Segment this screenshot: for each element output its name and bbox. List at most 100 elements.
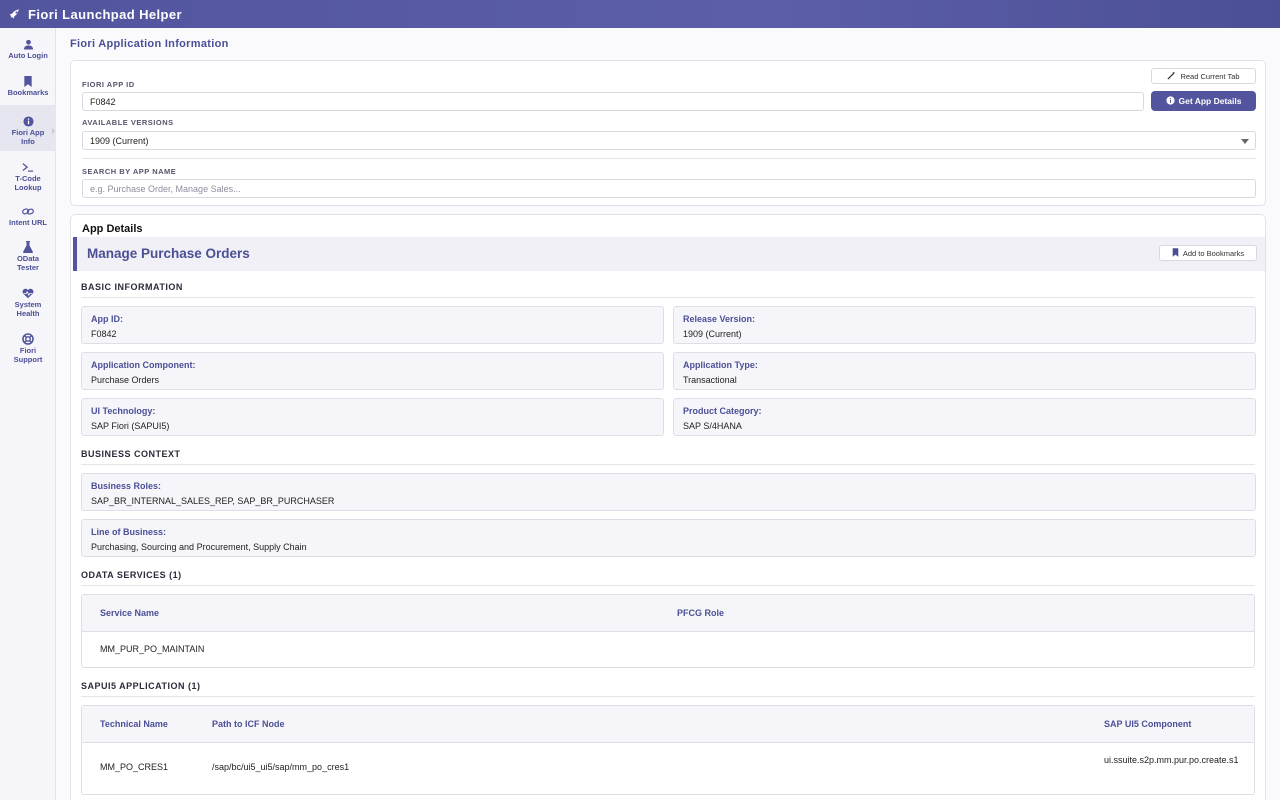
get-app-details-button[interactable]: Get App Details [1151, 91, 1256, 111]
lookup-form-card: FIORI APP ID Read Current Tab Get App De… [70, 60, 1266, 206]
sidebar-item-system-health[interactable]: System Health [0, 277, 56, 323]
info-value: F0842 [91, 329, 117, 339]
info-value: SAP S/4HANA [683, 421, 742, 431]
heart-pulse-icon [22, 287, 34, 299]
sidebar-item-label: Auto Login [8, 51, 48, 60]
sidebar-item-label: OData Tester [16, 254, 40, 272]
main-content: Fiori Application Information FIORI APP … [56, 28, 1280, 800]
user-icon [22, 38, 34, 50]
section-divider [81, 585, 1255, 586]
sidebar: Auto Login Bookmarks Fiori App Info T-Co… [0, 28, 56, 800]
info-value: SAP Fiori (SAPUI5) [91, 421, 170, 431]
info-application-type: Application Type: Transactional [673, 352, 1256, 390]
info-icon [1165, 95, 1175, 107]
odata-services-table: Service Name PFCG Role MM_PUR_PO_MAINTAI… [81, 594, 1255, 668]
odata-services-heading: ODATA SERVICES (1) [81, 570, 182, 580]
table-header: Service Name PFCG Role [82, 595, 1254, 632]
get-app-details-label: Get App Details [1178, 96, 1242, 106]
info-key: Product Category: [683, 406, 762, 416]
info-value: Purchasing, Sourcing and Procurement, Su… [91, 542, 307, 552]
sidebar-item-label: Fiori Support [13, 346, 43, 364]
info-key: App ID: [91, 314, 123, 324]
read-current-tab-label: Read Current Tab [1180, 71, 1240, 81]
info-key: Application Component: [91, 360, 196, 370]
title-bar: Fiori Launchpad Helper [0, 0, 1280, 28]
section-divider [81, 696, 1255, 697]
page-title: Fiori Application Information [70, 38, 229, 50]
info-product-category: Product Category: SAP S/4HANA [673, 398, 1256, 436]
sapui5-application-table: Technical Name Path to ICF Node SAP UI5 … [81, 705, 1255, 795]
sidebar-item-label: Intent URL [9, 218, 47, 227]
section-divider [81, 297, 1255, 298]
table-cell: MM_PO_CRES1 [100, 762, 169, 772]
info-app-id: App ID: F0842 [81, 306, 664, 344]
info-value: 1909 (Current) [683, 329, 742, 339]
business-context-heading: BUSINESS CONTEXT [81, 449, 181, 459]
sidebar-item-tcode-lookup[interactable]: T-Code Lookup [0, 151, 56, 195]
read-current-tab-button[interactable]: Read Current Tab [1151, 68, 1256, 84]
info-value: Purchase Orders [91, 375, 160, 385]
info-icon [22, 115, 34, 127]
info-key: UI Technology: [91, 406, 156, 416]
sidebar-item-label: System Health [14, 300, 42, 318]
chevron-down-icon [1241, 139, 1249, 144]
version-selected-value: 1909 (Current) [90, 135, 149, 146]
info-key: Business Roles: [91, 481, 162, 491]
info-application-component: Application Component: Purchase Orders [81, 352, 664, 390]
info-business-roles: Business Roles: SAP_BR_INTERNAL_SALES_RE… [81, 473, 1256, 511]
table-cell: MM_PUR_PO_MAINTAIN [100, 644, 205, 654]
sidebar-item-label: T-Code Lookup [14, 174, 42, 192]
lifebuoy-icon [22, 333, 34, 345]
form-divider [82, 158, 1256, 159]
sidebar-item-intent-url[interactable]: Intent URL [0, 195, 56, 231]
search-label: SEARCH BY APP NAME [82, 167, 177, 176]
sidebar-item-label: Fiori App Info [11, 128, 45, 146]
app-name-search-input[interactable] [82, 179, 1256, 198]
column-header: Path to ICF Node [212, 719, 285, 729]
version-select[interactable]: 1909 (Current) [82, 131, 1256, 150]
table-header: Technical Name Path to ICF Node SAP UI5 … [82, 706, 1254, 743]
info-key: Application Type: [683, 360, 758, 370]
app-name-banner: Manage Purchase Orders Add to Bookmarks [73, 237, 1265, 271]
flask-icon [22, 241, 34, 253]
table-row: MM_PUR_PO_MAINTAIN [82, 632, 1254, 668]
info-value: SAP_BR_INTERNAL_SALES_REP, SAP_BR_PURCHA… [91, 496, 335, 506]
info-line-of-business: Line of Business: Purchasing, Sourcing a… [81, 519, 1256, 557]
sidebar-item-fiori-support[interactable]: Fiori Support [0, 323, 56, 369]
sidebar-item-label: Bookmarks [7, 88, 49, 97]
terminal-icon [22, 161, 34, 173]
basic-info-heading: BASIC INFORMATION [81, 282, 183, 292]
column-header: Service Name [100, 608, 160, 618]
table-row: MM_PO_CRES1 /sap/bc/ui5_ui5/sap/mm_po_cr… [82, 743, 1254, 795]
bookmark-icon [22, 75, 34, 87]
sapui5-application-heading: SAPUI5 APPLICATION (1) [81, 681, 201, 691]
app-details-heading: App Details [82, 223, 143, 235]
app-details-card: App Details Manage Purchase Orders Add t… [70, 214, 1266, 800]
add-to-bookmarks-label: Add to Bookmarks [1182, 248, 1245, 258]
info-key: Line of Business: [91, 527, 167, 537]
sidebar-item-odata-tester[interactable]: OData Tester [0, 231, 56, 277]
column-header: Technical Name [100, 719, 168, 729]
magic-wand-icon [1167, 70, 1176, 82]
versions-label: AVAILABLE VERSIONS [82, 118, 174, 127]
info-release-version: Release Version: 1909 (Current) [673, 306, 1256, 344]
section-divider [81, 464, 1255, 465]
info-key: Release Version: [683, 314, 756, 324]
info-ui-technology: UI Technology: SAP Fiori (SAPUI5) [81, 398, 664, 436]
table-cell: ui.ssuite.s2p.mm.pur.po.create.s1 [1104, 755, 1239, 765]
column-header: SAP UI5 Component [1104, 719, 1192, 729]
sidebar-item-bookmarks[interactable]: Bookmarks [0, 65, 56, 105]
app-name: Manage Purchase Orders [87, 246, 250, 261]
info-value: Transactional [683, 375, 737, 385]
app-id-input[interactable] [82, 92, 1144, 111]
bookmark-icon [1172, 247, 1179, 259]
table-cell: /sap/bc/ui5_ui5/sap/mm_po_cres1 [212, 762, 350, 772]
rocket-icon [8, 7, 22, 21]
sidebar-item-auto-login[interactable]: Auto Login [0, 28, 56, 68]
column-header: PFCG Role [677, 608, 725, 618]
sidebar-item-fiori-app-info[interactable]: Fiori App Info [0, 105, 56, 151]
link-icon [22, 205, 34, 217]
add-to-bookmarks-button[interactable]: Add to Bookmarks [1159, 245, 1257, 261]
app-id-label: FIORI APP ID [82, 80, 135, 89]
app-title: Fiori Launchpad Helper [28, 6, 182, 22]
